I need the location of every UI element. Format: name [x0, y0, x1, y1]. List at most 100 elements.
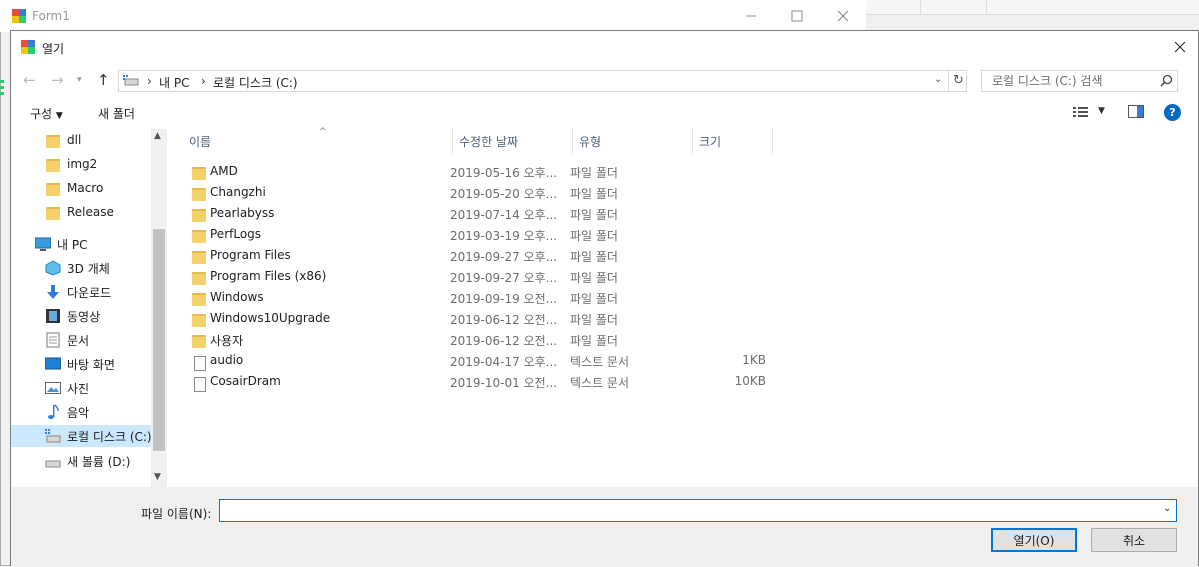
refresh-icon[interactable]: ↻ [953, 73, 964, 88]
file-row[interactable]: CosairDram 2019-10-01 오전... 텍스트 문서 10KB [183, 371, 783, 392]
file-row[interactable]: Program Files (x86) 2019-09-27 오후... 파일 폴더 [183, 266, 783, 287]
column-type[interactable]: 유형 [573, 129, 693, 155]
column-label: 이름 [189, 135, 212, 149]
folder-icon [191, 185, 207, 201]
organize-button[interactable]: 구성 ▼ [30, 105, 63, 122]
breadcrumb-item-pc[interactable]: 내 PC [159, 74, 189, 91]
file-date: 2019-04-17 오후... [450, 355, 558, 369]
background-strip [866, 0, 1199, 15]
nav-label: 음악 [67, 405, 90, 420]
music-icon [45, 404, 61, 420]
text-file-icon [191, 374, 207, 392]
file-row[interactable]: Pearlabyss 2019-07-14 오후... 파일 폴더 [183, 203, 783, 224]
navigation-pane: dll img2 Macro Release 내 PC 3D 개체 다운로드 동… [11, 129, 167, 487]
text-file-icon [191, 353, 207, 371]
nav-label: 3D 개체 [67, 261, 110, 276]
nav-item-img2[interactable]: img2 [45, 153, 97, 175]
file-date: 2019-09-27 오후... [450, 271, 558, 285]
close-button[interactable] [820, 0, 866, 32]
filename-input[interactable] [224, 502, 1158, 518]
open-button[interactable]: 열기(O) [991, 528, 1077, 552]
new-folder-button[interactable]: 새 폴더 [98, 105, 135, 122]
nav-item-pc[interactable]: 내 PC [34, 233, 87, 255]
help-icon[interactable]: ? [1164, 104, 1181, 121]
sort-ascending-icon: ^ [319, 127, 327, 137]
minimize-button[interactable] [728, 0, 774, 32]
nav-item-dll[interactable]: dll [45, 129, 81, 151]
nav-label: Macro [67, 181, 104, 195]
scroll-down-icon[interactable]: ▼ [154, 472, 161, 482]
file-type: 텍스트 문서 [570, 355, 630, 369]
file-date: 2019-06-12 오전... [450, 334, 558, 348]
file-name: Pearlabyss [210, 206, 275, 220]
dialog-title: 열기 [42, 42, 65, 56]
nav-item-volume-d[interactable]: 새 볼륨 (D:) [45, 450, 130, 472]
folder-icon [45, 156, 61, 172]
nav-label: 문서 [67, 333, 90, 348]
nav-item-downloads[interactable]: 다운로드 [45, 281, 111, 303]
filename-dropdown-icon[interactable]: ⌄ [1163, 503, 1171, 514]
back-arrow-icon[interactable]: ← [23, 71, 36, 89]
cancel-button[interactable]: 취소 [1091, 528, 1177, 552]
preview-pane-icon[interactable] [1128, 105, 1144, 122]
toolbar: 구성 ▼ 새 폴더 ▼ ? [11, 97, 1198, 129]
column-size[interactable]: 크기 [693, 129, 773, 155]
nav-label: img2 [67, 157, 98, 171]
app-icon [12, 9, 26, 23]
file-row[interactable]: Windows10Upgrade 2019-06-12 오전... 파일 폴더 [183, 308, 783, 329]
folder-icon [45, 180, 61, 196]
folder-icon [191, 269, 207, 285]
nav-item-music[interactable]: 음악 [45, 401, 89, 423]
forward-arrow-icon[interactable]: → [51, 71, 64, 89]
dialog-close-button[interactable] [1166, 34, 1194, 60]
nav-scroll-thumb[interactable] [153, 229, 165, 451]
file-row[interactable]: PerfLogs 2019-03-19 오후... 파일 폴더 [183, 224, 783, 245]
search-box[interactable] [981, 70, 1178, 92]
nav-item-local-disk-c[interactable]: 로컬 디스크 (C:) [11, 425, 152, 447]
nav-item-3d-objects[interactable]: 3D 개체 [45, 257, 110, 279]
file-type: 파일 폴더 [570, 187, 618, 201]
filename-box[interactable]: ⌄ [219, 499, 1177, 522]
nav-item-macro[interactable]: Macro [45, 177, 103, 199]
nav-item-documents[interactable]: 문서 [45, 329, 89, 351]
dialog-titlebar: 열기 [11, 31, 1198, 63]
file-row[interactable]: Program Files 2019-09-27 오후... 파일 폴더 [183, 245, 783, 266]
file-row[interactable]: Changzhi 2019-05-20 오후... 파일 폴더 [183, 182, 783, 203]
file-name: 사용자 [210, 334, 244, 348]
search-icon[interactable] [1160, 74, 1173, 90]
scroll-up-icon[interactable]: ▲ [154, 131, 161, 141]
nav-item-videos[interactable]: 동영상 [45, 305, 100, 327]
organize-label: 구성 [30, 107, 53, 121]
maximize-button[interactable] [774, 0, 820, 32]
nav-label: 바탕 화면 [67, 357, 115, 372]
folder-icon [45, 204, 61, 220]
computer-icon [34, 236, 52, 252]
column-name[interactable]: 이름 [183, 129, 453, 155]
recent-chevron-icon[interactable]: ▾ [77, 75, 82, 85]
file-row[interactable]: Windows 2019-09-19 오전... 파일 폴더 [183, 287, 783, 308]
background-window-title: Form1 [32, 9, 70, 23]
documents-icon [45, 332, 61, 348]
address-dropdown-icon[interactable]: ⌄ [934, 74, 942, 85]
3d-objects-icon [45, 260, 61, 276]
folder-icon [191, 311, 207, 327]
address-bar[interactable]: › 내 PC › 로컬 디스크 (C:) ⌄ ↻ [118, 70, 967, 92]
nav-item-release[interactable]: Release [45, 201, 114, 223]
search-input[interactable] [990, 73, 1164, 89]
file-row[interactable]: audio 2019-04-17 오후... 텍스트 문서 1KB [183, 350, 783, 371]
breadcrumb-item-drive[interactable]: 로컬 디스크 (C:) [213, 74, 298, 91]
nav-item-pictures[interactable]: 사진 [45, 377, 89, 399]
file-type: 텍스트 문서 [570, 376, 630, 390]
file-type: 파일 폴더 [570, 313, 618, 327]
up-arrow-icon[interactable]: ↑ [97, 71, 110, 89]
file-type: 파일 폴더 [570, 292, 618, 306]
bottom-panel: 파일 이름(N): ⌄ 열기(O) 취소 [11, 487, 1198, 567]
column-label: 수정한 날짜 [459, 135, 519, 149]
file-row[interactable]: AMD 2019-05-16 오후... 파일 폴더 [183, 161, 783, 182]
file-row[interactable]: 사용자 2019-06-12 오전... 파일 폴더 [183, 329, 783, 350]
nav-item-desktop[interactable]: 바탕 화면 [44, 353, 115, 375]
column-date[interactable]: 수정한 날짜 [453, 129, 573, 155]
view-dropdown-icon[interactable]: ▼ [1098, 106, 1105, 116]
file-name: Program Files (x86) [210, 269, 327, 283]
view-options-icon[interactable] [1073, 106, 1091, 121]
